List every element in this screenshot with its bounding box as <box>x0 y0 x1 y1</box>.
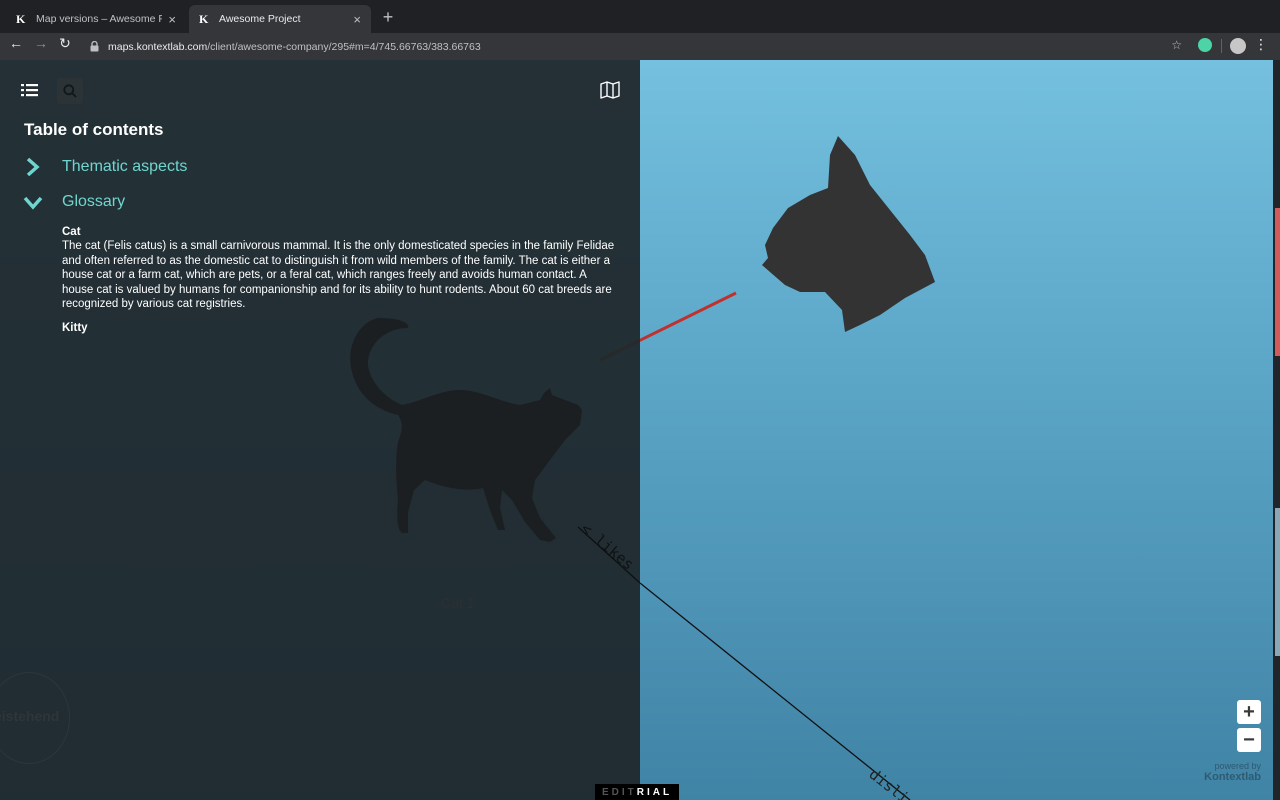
kontextlab-favicon-icon: K <box>199 11 209 26</box>
toc-item-label: Glossary <box>62 193 126 210</box>
profile-avatar[interactable] <box>1230 38 1246 54</box>
glossary-definition-cat: The cat (Felis catus) is a small carnivo… <box>62 240 615 310</box>
back-arrow-icon[interactable]: ← <box>5 35 27 51</box>
search-button[interactable] <box>57 78 83 104</box>
bookmark-star-icon[interactable]: ☆ <box>1171 38 1182 52</box>
map-application: disli < likes Cat 1 eistehend Table of c… <box>0 60 1280 800</box>
toc-item-thematic-aspects[interactable]: Thematic aspects <box>22 156 187 178</box>
url-path: /client/awesome-company/295#m=4/745.6676… <box>207 41 481 53</box>
kontextlab-favicon-icon: K <box>16 11 26 26</box>
powered-by-attribution[interactable]: powered by Kontextlab <box>1196 761 1261 783</box>
browser-tab-bar: K Map versions – Awesome Proje × K Aweso… <box>0 0 1280 33</box>
browser-tab-map-versions[interactable]: K Map versions – Awesome Proje × <box>6 5 186 33</box>
map-indicator-grey <box>1275 508 1280 656</box>
close-tab-icon[interactable]: × <box>353 12 361 27</box>
toolbar-divider <box>1221 39 1222 53</box>
relation-edge-dislikes[interactable] <box>639 582 911 800</box>
url-host: maps.kontextlab.com <box>108 41 208 53</box>
zoom-out-button[interactable]: − <box>1237 728 1261 752</box>
glossary-list: Cat The cat (Felis catus) is a small car… <box>62 226 618 335</box>
edge-label-dislikes: disli <box>866 765 913 800</box>
tab-title: Map versions – Awesome Proje <box>36 13 163 25</box>
editorial-bright-text: RIAL <box>636 786 673 798</box>
browser-tab-awesome-project[interactable]: K Awesome Project × <box>189 5 371 33</box>
toc-item-glossary[interactable]: Glossary <box>22 191 125 213</box>
cat-head-node[interactable] <box>762 136 935 332</box>
map-indicator-red <box>1275 208 1280 356</box>
kontextlab-logo: Kontextlab <box>1204 771 1261 783</box>
chevron-down-icon <box>23 196 43 210</box>
new-tab-button[interactable]: + <box>378 7 398 28</box>
reload-icon[interactable]: ↻ <box>54 35 76 52</box>
toc-title: Table of contents <box>24 120 164 139</box>
glossary-term-kitty[interactable]: Kitty <box>62 322 618 334</box>
close-tab-icon[interactable]: × <box>168 12 176 27</box>
powered-by-text: powered by <box>1214 761 1261 771</box>
edge-label-likes: < likes <box>577 519 637 573</box>
glossary-term-cat[interactable]: Cat <box>62 226 618 238</box>
zoom-in-button[interactable]: + <box>1237 700 1261 724</box>
lock-icon <box>86 40 102 54</box>
node-label-cat-1: Cat 1 <box>441 595 475 611</box>
cat-walking-node[interactable] <box>350 318 582 542</box>
chevron-right-icon <box>26 157 40 177</box>
right-edge-bar <box>1273 60 1280 800</box>
browser-menu-icon[interactable]: ⋮ <box>1254 36 1268 53</box>
editorial-dim-text: EDIT <box>601 786 637 798</box>
address-bar[interactable]: maps.kontextlab.com/client/awesome-compa… <box>86 37 1188 57</box>
search-icon <box>63 84 77 98</box>
map-view-icon[interactable] <box>600 81 620 99</box>
toc-item-label: Thematic aspects <box>62 158 188 175</box>
status-badge-text: eistehend <box>0 708 60 724</box>
tab-title: Awesome Project <box>219 13 301 25</box>
browser-toolbar: ← → ↻ maps.kontextlab.com/client/awesome… <box>0 33 1280 60</box>
extension-icon[interactable] <box>1198 38 1212 52</box>
forward-arrow-icon[interactable]: → <box>30 35 52 51</box>
toc-list-icon[interactable] <box>21 82 39 98</box>
editorial-label: EDIT RIAL <box>595 784 679 800</box>
